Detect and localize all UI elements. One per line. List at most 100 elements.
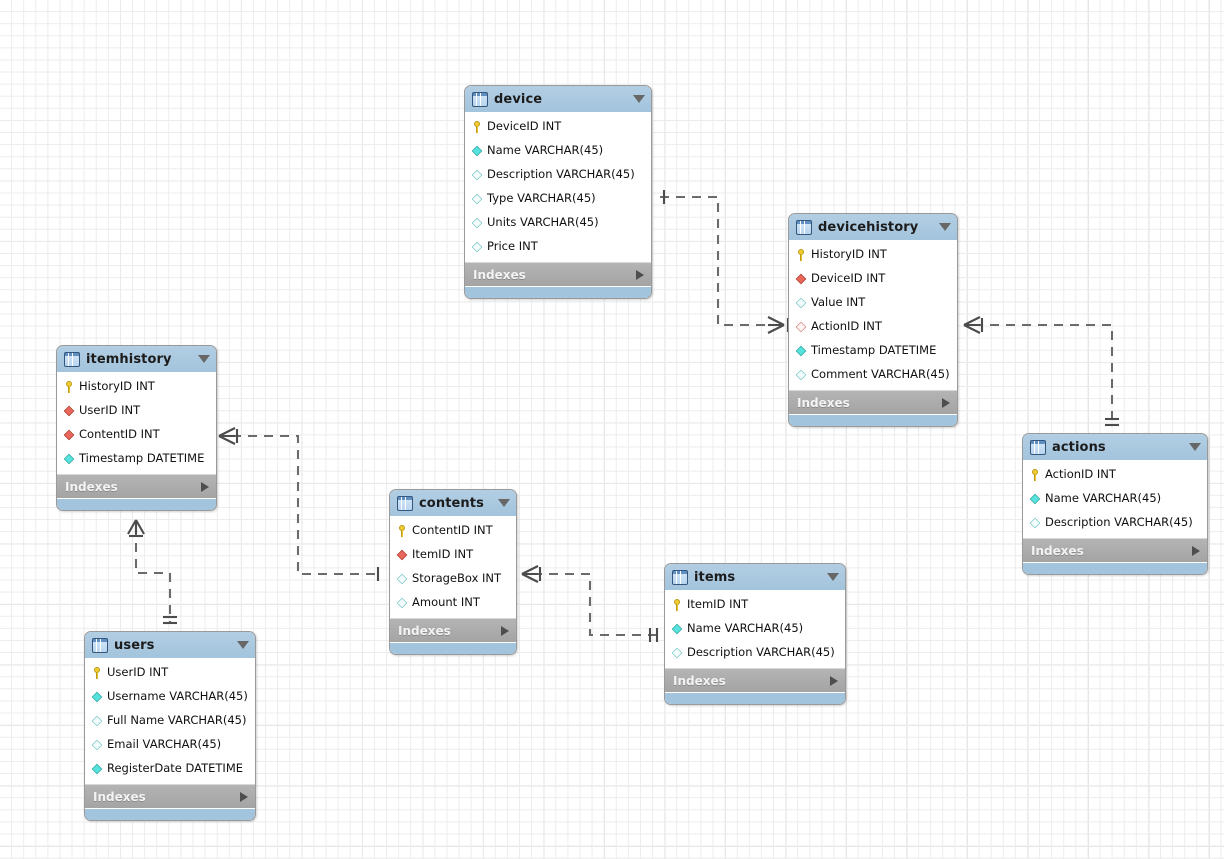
table-users[interactable]: users UserID INT Username VARCHAR(45) Full … (84, 631, 256, 821)
column-row[interactable]: Units VARCHAR(45) (465, 211, 651, 235)
column-row[interactable]: RegisterDate DATETIME (85, 757, 255, 781)
column-row[interactable]: ContentID INT (390, 519, 516, 543)
column-row[interactable]: ItemID INT (665, 593, 845, 617)
table-name-label: device (494, 91, 543, 107)
column-row[interactable]: ActionID INT (789, 315, 957, 339)
indexes-section-itemhistory[interactable]: Indexes (57, 474, 216, 498)
fk-diamond-icon (795, 273, 807, 285)
column-row[interactable]: Comment VARCHAR(45) (789, 363, 957, 387)
connector-contents-items[interactable] (533, 572, 657, 637)
table-footer (789, 414, 957, 426)
table-actions[interactable]: actions ActionID INT Name VARCHAR(45) Descr… (1022, 433, 1208, 575)
table-name-label: contents (419, 495, 484, 511)
chevron-down-icon[interactable] (827, 573, 839, 581)
indexes-section-items[interactable]: Indexes (665, 668, 845, 692)
column-row[interactable]: Full Name VARCHAR(45) (85, 709, 255, 733)
cardinality-many-contents-items (521, 565, 542, 583)
column-row[interactable]: Type VARCHAR(45) (465, 187, 651, 211)
column-row[interactable]: ItemID INT (390, 543, 516, 567)
column-label: DeviceID INT (487, 119, 562, 134)
chevron-right-icon[interactable] (201, 481, 209, 492)
column-label: ItemID INT (687, 597, 749, 612)
connector-device-devicehistory[interactable] (660, 195, 780, 327)
chevron-right-icon[interactable] (1192, 545, 1200, 556)
column-row[interactable]: ContentID INT (57, 423, 216, 447)
chevron-down-icon[interactable] (498, 499, 510, 507)
table-name-label: itemhistory (86, 351, 172, 367)
nullable-diamond-icon (396, 573, 408, 585)
table-header-contents[interactable]: contents (390, 490, 516, 517)
column-row[interactable]: ActionID INT (1023, 463, 1207, 487)
table-name-label: users (114, 637, 155, 653)
table-columns-items: ItemID INT Name VARCHAR(45) Description VA… (665, 591, 845, 668)
nullable-diamond-icon (471, 241, 483, 253)
column-row[interactable]: Name VARCHAR(45) (1023, 487, 1207, 511)
indexes-section-users[interactable]: Indexes (85, 784, 255, 808)
column-row[interactable]: Timestamp DATETIME (57, 447, 216, 471)
table-footer (390, 642, 516, 654)
column-row[interactable]: HistoryID INT (789, 243, 957, 267)
table-devicehistory[interactable]: devicehistory HistoryID INT DeviceID INT Va… (788, 213, 958, 427)
table-header-items[interactable]: items (665, 564, 845, 591)
chevron-down-icon[interactable] (1189, 443, 1201, 451)
chevron-right-icon[interactable] (240, 791, 248, 802)
column-label: Units VARCHAR(45) (487, 215, 599, 230)
table-columns-users: UserID INT Username VARCHAR(45) Full Name … (85, 659, 255, 784)
not-null-diamond-icon (63, 453, 75, 465)
column-label: RegisterDate DATETIME (107, 761, 244, 776)
table-header-devicehistory[interactable]: devicehistory (789, 214, 957, 241)
chevron-right-icon[interactable] (942, 397, 950, 408)
table-icon (672, 569, 688, 585)
chevron-right-icon[interactable] (830, 675, 838, 686)
column-row[interactable]: Price INT (465, 235, 651, 259)
chevron-right-icon[interactable] (501, 625, 509, 636)
table-header-itemhistory[interactable]: itemhistory (57, 346, 216, 373)
table-header-device[interactable]: device (465, 86, 651, 113)
eer-diagram-canvas[interactable]: device DeviceID INT Name VARCHAR(45) Descri… (0, 0, 1224, 859)
chevron-down-icon[interactable] (939, 223, 951, 231)
column-row[interactable]: Value INT (789, 291, 957, 315)
column-row[interactable]: DeviceID INT (465, 115, 651, 139)
column-row[interactable]: Description VARCHAR(45) (465, 163, 651, 187)
indexes-section-actions[interactable]: Indexes (1023, 538, 1207, 562)
nullable-diamond-icon (396, 597, 408, 609)
column-row[interactable]: Name VARCHAR(45) (465, 139, 651, 163)
chevron-down-icon[interactable] (237, 641, 249, 649)
nullable-diamond-icon (91, 739, 103, 751)
column-row[interactable]: Timestamp DATETIME (789, 339, 957, 363)
nullable-diamond-icon (795, 369, 807, 381)
connector-devicehistory-actions[interactable] (974, 323, 1114, 425)
column-label: HistoryID INT (811, 247, 887, 262)
table-header-users[interactable]: users (85, 632, 255, 659)
connector-itemhistory-contents[interactable] (232, 434, 382, 576)
table-header-actions[interactable]: actions (1023, 434, 1207, 461)
chevron-down-icon[interactable] (198, 355, 210, 363)
indexes-section-device[interactable]: Indexes (465, 262, 651, 286)
column-row[interactable]: Name VARCHAR(45) (665, 617, 845, 641)
column-label: UserID INT (79, 403, 141, 418)
column-row[interactable]: UserID INT (57, 399, 216, 423)
indexes-section-contents[interactable]: Indexes (390, 618, 516, 642)
table-contents[interactable]: contents ContentID INT ItemID INT StorageBo… (389, 489, 517, 655)
column-row[interactable]: Description VARCHAR(45) (1023, 511, 1207, 535)
column-row[interactable]: Description VARCHAR(45) (665, 641, 845, 665)
pk-key-icon (396, 525, 408, 537)
column-row[interactable]: Email VARCHAR(45) (85, 733, 255, 757)
column-label: StorageBox INT (412, 571, 502, 586)
column-row[interactable]: StorageBox INT (390, 567, 516, 591)
chevron-right-icon[interactable] (636, 269, 644, 280)
column-row[interactable]: HistoryID INT (57, 375, 216, 399)
column-row[interactable]: UserID INT (85, 661, 255, 685)
column-row[interactable]: Amount INT (390, 591, 516, 615)
indexes-section-devicehistory[interactable]: Indexes (789, 390, 957, 414)
column-label: HistoryID INT (79, 379, 155, 394)
table-itemhistory[interactable]: itemhistory HistoryID INT UserID INT Conten… (56, 345, 217, 511)
column-row[interactable]: Username VARCHAR(45) (85, 685, 255, 709)
not-null-diamond-icon (91, 691, 103, 703)
connector-itemhistory-users[interactable] (134, 527, 172, 623)
pk-key-icon (471, 121, 483, 133)
chevron-down-icon[interactable] (633, 95, 645, 103)
table-items[interactable]: items ItemID INT Name VARCHAR(45) Descripti… (664, 563, 846, 705)
column-row[interactable]: DeviceID INT (789, 267, 957, 291)
table-device[interactable]: device DeviceID INT Name VARCHAR(45) Descri… (464, 85, 652, 299)
